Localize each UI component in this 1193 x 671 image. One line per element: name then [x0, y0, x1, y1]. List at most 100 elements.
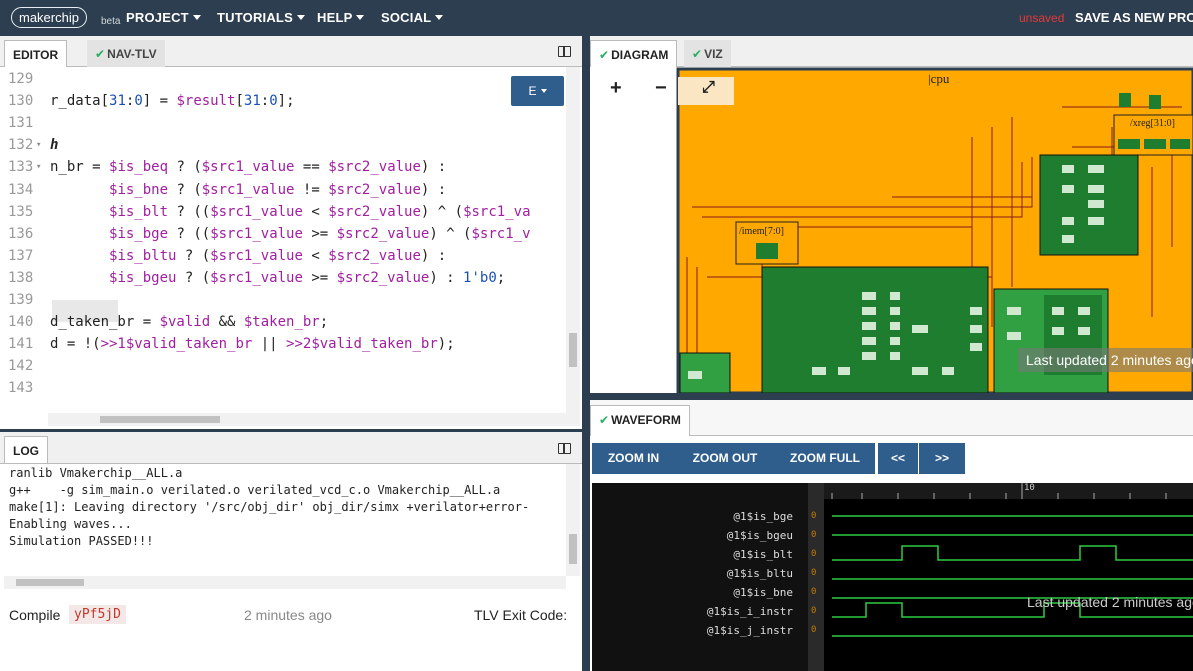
- code-line[interactable]: 131: [4, 112, 50, 134]
- editor-horizontal-scrollbar[interactable]: [48, 413, 580, 426]
- menu-project[interactable]: PROJECT: [126, 10, 201, 25]
- tab-diagram[interactable]: ✔ DIAGRAM: [590, 40, 678, 67]
- fit-to-screen-button[interactable]: ⤢: [702, 79, 715, 97]
- signal-name[interactable]: @1$is_blt: [592, 545, 793, 564]
- log-horizontal-scrollbar[interactable]: [4, 576, 566, 589]
- check-icon: ✔: [599, 413, 610, 427]
- fold-arrow-icon[interactable]: ▾: [36, 156, 41, 178]
- split-panel-icon[interactable]: [558, 443, 571, 454]
- signal-value: 0: [811, 549, 817, 559]
- editor-tabbar: EDITOR ✔ NAV-TLV: [0, 36, 582, 67]
- tab-nav-tlv[interactable]: ✔ NAV-TLV: [87, 40, 165, 67]
- tab-waveform[interactable]: ✔ WAVEFORM: [590, 405, 690, 436]
- code-line[interactable]: 136 $is_bge ? (($src1_value >= $src2_val…: [4, 223, 531, 245]
- fold-arrow-icon[interactable]: ▾: [36, 134, 41, 156]
- diagram-waveform-divider[interactable]: [590, 393, 1193, 400]
- signal-name[interactable]: @1$is_j_instr: [592, 621, 793, 640]
- signal-name[interactable]: @1$is_bne: [592, 583, 793, 602]
- code-text: $is_bgeu ? ($src1_value >= $src2_value) …: [109, 269, 506, 286]
- scroll-right-button[interactable]: >>: [919, 443, 965, 474]
- editor-vertical-scrollbar[interactable]: [566, 67, 580, 415]
- tab-editor[interactable]: EDITOR: [4, 40, 68, 67]
- signal-value: 0: [811, 568, 817, 578]
- log-line: ranlib Vmakerchip__ALL.a: [9, 466, 183, 480]
- check-icon: ✔: [692, 47, 703, 61]
- scroll-left-button[interactable]: <<: [878, 443, 918, 474]
- caret-down-icon: [540, 89, 547, 93]
- line-number: 141: [8, 336, 34, 353]
- code-line[interactable]: 132 ▾ h: [4, 134, 58, 156]
- code-line[interactable]: 141 d = !(>>1$valid_taken_br || >>2$valid…: [4, 333, 455, 355]
- diagram-canvas[interactable]: |cpu /xreg[31:0] /imem[7:0] + − ⤢ Last u…: [592, 67, 1193, 393]
- reg-cell: [1149, 95, 1161, 109]
- zoom-in-wave-button[interactable]: ZOOM IN: [592, 443, 675, 474]
- line-number: 140: [8, 314, 34, 331]
- signal-name[interactable]: @1$is_bgeu: [592, 526, 793, 545]
- tab-viz-label: VIZ: [704, 47, 723, 61]
- signal-name[interactable]: @1$is_bge: [592, 507, 793, 526]
- menu-tutorials-label: TUTORIALS: [217, 10, 293, 25]
- zoom-out-button[interactable]: −: [655, 77, 667, 100]
- scroll-thumb[interactable]: [569, 333, 577, 367]
- scroll-thumb[interactable]: [100, 416, 220, 423]
- code-line[interactable]: 129: [4, 68, 50, 90]
- log-vertical-scrollbar[interactable]: [566, 464, 580, 576]
- code-line[interactable]: 130 r_data[31:0] = $result[31:0];: [4, 90, 295, 112]
- line-number: 139: [8, 292, 34, 308]
- compile-time: 2 minutes ago: [244, 607, 332, 623]
- line-number: 136: [8, 225, 34, 242]
- signal-name[interactable]: @1$is_i_instr: [592, 602, 793, 621]
- zoom-out-wave-button[interactable]: ZOOM OUT: [675, 443, 775, 474]
- code-line[interactable]: 139: [4, 289, 50, 311]
- log-output: ranlib Vmakerchip__ALL.a g++ -g sim_main.…: [4, 464, 580, 576]
- signal-name[interactable]: @1$is_bltu: [592, 564, 793, 583]
- zoom-full-wave-button[interactable]: ZOOM FULL: [775, 443, 875, 474]
- code-line[interactable]: 143: [4, 377, 50, 399]
- code-text: r_data[31:0] = $result[31:0];: [50, 93, 295, 110]
- xreg-cell: [1118, 139, 1140, 149]
- code-text: $is_bltu ? ($src1_value < $src2_value) :: [109, 247, 447, 264]
- line-number: 131: [8, 115, 34, 132]
- log-line: Enabling waves...: [9, 517, 132, 531]
- log-line: g++ -g sim_main.o verilated.o verilated_…: [9, 483, 501, 497]
- compile-id-badge[interactable]: yPf5jD: [69, 605, 126, 624]
- signal-value: 0: [811, 625, 817, 635]
- code-line[interactable]: 135 $is_blt ? (($src1_value < $src2_valu…: [4, 201, 531, 223]
- menu-tutorials[interactable]: TUTORIALS: [217, 10, 305, 25]
- waveform-viewer[interactable]: 10 @1$is_bge 0 @1$is_bgeu 0 @1$is_blt 0 @1$is_…: [592, 483, 1193, 671]
- save-as-new-project-button[interactable]: SAVE AS NEW PROJ: [1075, 10, 1193, 25]
- editor-menu-button[interactable]: E: [511, 76, 564, 106]
- zoom-in-button[interactable]: +: [610, 77, 622, 100]
- menu-help[interactable]: HELP: [317, 10, 365, 25]
- code-line[interactable]: 138 $is_bgeu ? ($src1_value >= $src2_val…: [4, 267, 505, 289]
- scroll-thumb[interactable]: [16, 579, 84, 586]
- line-number: 138: [8, 269, 34, 286]
- code-line[interactable]: 134 $is_bne ? ($src1_value != $src2_valu…: [4, 179, 446, 201]
- gate: [688, 371, 702, 379]
- signal-value: 0: [811, 587, 817, 597]
- makerchip-logo[interactable]: makerchip beta: [11, 7, 120, 29]
- menu-social[interactable]: SOCIAL: [381, 10, 444, 25]
- code-line[interactable]: 137 $is_bltu ? ($src1_value < $src2_valu…: [4, 245, 446, 267]
- tab-log[interactable]: LOG: [4, 436, 48, 463]
- line-number: 129: [8, 71, 34, 87]
- code-line[interactable]: 133 ▾ n_br = $is_beq ? ($src1_value == $sr…: [4, 156, 446, 178]
- xreg-cell: [1170, 139, 1190, 149]
- scroll-thumb[interactable]: [569, 534, 577, 564]
- top-navbar: makerchip beta PROJECT TUTORIALS HELP SO…: [0, 0, 1193, 36]
- menu-project-label: PROJECT: [126, 10, 189, 25]
- cpu-diagram[interactable]: |cpu /xreg[31:0] /imem[7:0]: [592, 67, 1193, 393]
- compile-label: Compile: [9, 607, 61, 623]
- code-editor[interactable]: 129 130 r_data[31:0] = $result[31:0]; 131 13…: [4, 67, 580, 423]
- fetch-block[interactable]: [679, 352, 731, 393]
- tab-viz[interactable]: ✔ VIZ: [684, 40, 731, 67]
- split-panel-icon[interactable]: [558, 46, 571, 57]
- logo-text: makerchip: [11, 7, 87, 28]
- check-icon: ✔: [95, 47, 106, 61]
- tab-waveform-label: WAVEFORM: [611, 413, 681, 427]
- code-line[interactable]: 142: [4, 355, 50, 377]
- diagram-tabbar: ✔ DIAGRAM ✔ VIZ: [590, 36, 1193, 67]
- code-line[interactable]: 140 d_taken_br = $valid && $taken_br;: [4, 311, 328, 333]
- vertical-splitter[interactable]: [582, 36, 590, 671]
- code-text: $is_bne ? ($src1_value != $src2_value) :: [109, 181, 447, 198]
